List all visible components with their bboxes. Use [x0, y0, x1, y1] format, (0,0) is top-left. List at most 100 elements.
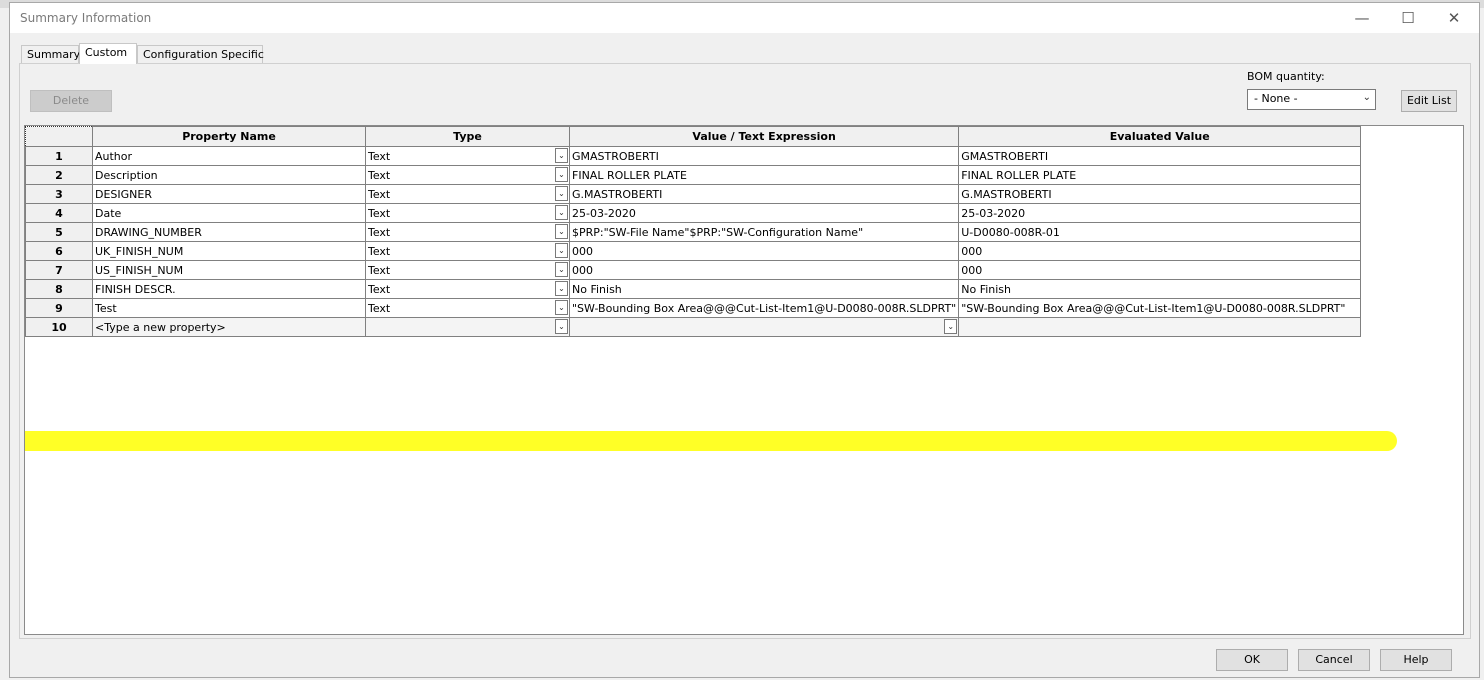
- value-expression-cell[interactable]: 000: [568, 260, 960, 280]
- chevron-down-icon[interactable]: ⌄: [555, 281, 568, 296]
- evaluated-value-cell: "SW-Bounding Box Area@@@Cut-List-Item1@U…: [958, 298, 1362, 318]
- type-cell[interactable]: Text ⌄: [365, 298, 570, 318]
- row-number[interactable]: 8: [25, 279, 93, 299]
- value-expression-cell[interactable]: No Finish: [568, 279, 960, 299]
- chevron-down-icon[interactable]: ⌄: [555, 224, 568, 239]
- chevron-down-icon[interactable]: ⌄: [555, 319, 568, 334]
- new-property-name-cell[interactable]: <Type a new property>: [92, 317, 366, 337]
- row-number[interactable]: 3: [25, 184, 93, 204]
- edit-list-button[interactable]: Edit List: [1401, 90, 1457, 112]
- chevron-down-icon[interactable]: ⌄: [555, 205, 568, 220]
- property-name-cell[interactable]: US_FINISH_NUM: [92, 260, 366, 280]
- maximize-button[interactable]: ☐: [1385, 3, 1431, 33]
- evaluated-value-cell: 25-03-2020: [958, 203, 1362, 223]
- table-row: 4 Date Text ⌄ 25-03-2020 25-03-2020: [25, 203, 1362, 223]
- evaluated-value-cell: U-D0080-008R-01: [958, 222, 1362, 242]
- bom-quantity-value: - None -: [1254, 92, 1298, 105]
- column-header-value-expression: Value / Text Expression: [568, 126, 960, 147]
- property-name-cell[interactable]: Description: [92, 165, 366, 185]
- evaluated-value-cell: 000: [958, 260, 1362, 280]
- chevron-down-icon[interactable]: ⌄: [555, 148, 568, 163]
- type-cell[interactable]: Text ⌄: [365, 184, 570, 204]
- value-expression-cell[interactable]: G.MASTROBERTI: [568, 184, 960, 204]
- header-row: Property Name Type Value / Text Expressi…: [25, 126, 1362, 147]
- evaluated-value-cell: 000: [958, 241, 1362, 261]
- title-bar: Summary Information — ☐ ✕: [10, 3, 1479, 33]
- value-expression-cell[interactable]: 000: [568, 241, 960, 261]
- table-row: 3 DESIGNER Text ⌄ G.MASTROBERTI G.MASTROB…: [25, 184, 1362, 204]
- evaluated-value-cell: FINAL ROLLER PLATE: [958, 165, 1362, 185]
- column-header-evaluated-value: Evaluated Value: [958, 126, 1362, 147]
- bom-quantity-label: BOM quantity:: [1247, 70, 1325, 83]
- chevron-down-icon: ⌄: [1362, 92, 1371, 103]
- column-header-property-name: Property Name: [92, 126, 366, 147]
- chevron-down-icon[interactable]: ⌄: [555, 167, 568, 182]
- row-number[interactable]: 10: [25, 317, 93, 337]
- property-name-cell[interactable]: FINISH DESCR.: [92, 279, 366, 299]
- type-value: Text: [368, 263, 391, 277]
- table-row: 6 UK_FINISH_NUM Text ⌄ 000 000: [25, 241, 1362, 261]
- value-expression-cell[interactable]: ⌄: [568, 317, 960, 337]
- value-expression-cell[interactable]: GMASTROBERTI: [568, 146, 960, 166]
- row-number[interactable]: 1: [25, 146, 93, 166]
- evaluated-value-cell: [958, 317, 1362, 337]
- window-title: Summary Information: [20, 11, 152, 25]
- chevron-down-icon[interactable]: ⌄: [555, 262, 568, 277]
- type-cell[interactable]: Text ⌄: [365, 241, 570, 261]
- type-cell[interactable]: Text ⌄: [365, 222, 570, 242]
- chevron-down-icon[interactable]: ⌄: [555, 300, 568, 315]
- type-value: Text: [368, 206, 391, 220]
- type-cell[interactable]: Text ⌄: [365, 165, 570, 185]
- tab-summary[interactable]: Summary: [21, 45, 80, 63]
- cancel-button[interactable]: Cancel: [1298, 649, 1370, 671]
- property-name-cell[interactable]: DESIGNER: [92, 184, 366, 204]
- type-cell[interactable]: Text ⌄: [365, 203, 570, 223]
- type-value: Text: [368, 301, 391, 315]
- property-name-cell[interactable]: Test: [92, 298, 366, 318]
- evaluated-value-cell: No Finish: [958, 279, 1362, 299]
- row-number[interactable]: 2: [25, 165, 93, 185]
- property-name-cell[interactable]: Date: [92, 203, 366, 223]
- select-all-corner[interactable]: [25, 126, 93, 147]
- table-row-highlighted: 9 Test Text ⌄ "SW-Bounding Box Area@@@Cut…: [25, 298, 1362, 318]
- chevron-down-icon[interactable]: ⌄: [555, 243, 568, 258]
- table-row: 2 Description Text ⌄ FINAL ROLLER PLATE F…: [25, 165, 1362, 185]
- ok-button[interactable]: OK: [1216, 649, 1288, 671]
- value-expression-cell[interactable]: "SW-Bounding Box Area@@@Cut-List-Item1@U…: [568, 298, 960, 318]
- evaluated-value-cell: GMASTROBERTI: [958, 146, 1362, 166]
- table-row: 1 Author Text ⌄ GMASTROBERTI GMASTROBERTI: [25, 146, 1362, 166]
- property-name-cell[interactable]: Author: [92, 146, 366, 166]
- property-name-cell[interactable]: UK_FINISH_NUM: [92, 241, 366, 261]
- row-number[interactable]: 5: [25, 222, 93, 242]
- chevron-down-icon[interactable]: ⌄: [555, 186, 568, 201]
- value-expression-cell[interactable]: $PRP:"SW-File Name"$PRP:"SW-Configuratio…: [568, 222, 960, 242]
- type-cell[interactable]: ⌄: [365, 317, 570, 337]
- type-value: Text: [368, 168, 391, 182]
- value-expression-cell[interactable]: 25-03-2020: [568, 203, 960, 223]
- row-number[interactable]: 9: [25, 298, 93, 318]
- chevron-down-icon[interactable]: ⌄: [944, 319, 958, 334]
- table-row: 7 US_FINISH_NUM Text ⌄ 000 000: [25, 260, 1362, 280]
- type-cell[interactable]: Text ⌄: [365, 279, 570, 299]
- tab-custom[interactable]: Custom: [79, 43, 137, 64]
- value-expression-cell[interactable]: FINAL ROLLER PLATE: [568, 165, 960, 185]
- help-button[interactable]: Help: [1380, 649, 1452, 671]
- type-cell[interactable]: Text ⌄: [365, 260, 570, 280]
- summary-information-dialog: Summary Information — ☐ ✕ Summary Custom…: [9, 2, 1480, 678]
- tab-configuration-specific[interactable]: Configuration Specific: [137, 45, 264, 63]
- properties-table: Property Name Type Value / Text Expressi…: [25, 126, 1362, 337]
- type-value: Text: [368, 244, 391, 258]
- yellow-highlight-marker: [25, 431, 1397, 451]
- bom-quantity-select[interactable]: - None - ⌄: [1247, 89, 1376, 110]
- row-number[interactable]: 4: [25, 203, 93, 223]
- property-name-cell[interactable]: DRAWING_NUMBER: [92, 222, 366, 242]
- row-number[interactable]: 7: [25, 260, 93, 280]
- row-number[interactable]: 6: [25, 241, 93, 261]
- close-button[interactable]: ✕: [1431, 3, 1477, 33]
- properties-grid: Property Name Type Value / Text Expressi…: [24, 125, 1464, 635]
- type-cell[interactable]: Text ⌄: [365, 146, 570, 166]
- minimize-button[interactable]: —: [1339, 3, 1385, 33]
- table-row: 5 DRAWING_NUMBER Text ⌄ $PRP:"SW-File Nam…: [25, 222, 1362, 242]
- table-row: 8 FINISH DESCR. Text ⌄ No Finish No Finis…: [25, 279, 1362, 299]
- delete-button[interactable]: Delete: [30, 90, 112, 112]
